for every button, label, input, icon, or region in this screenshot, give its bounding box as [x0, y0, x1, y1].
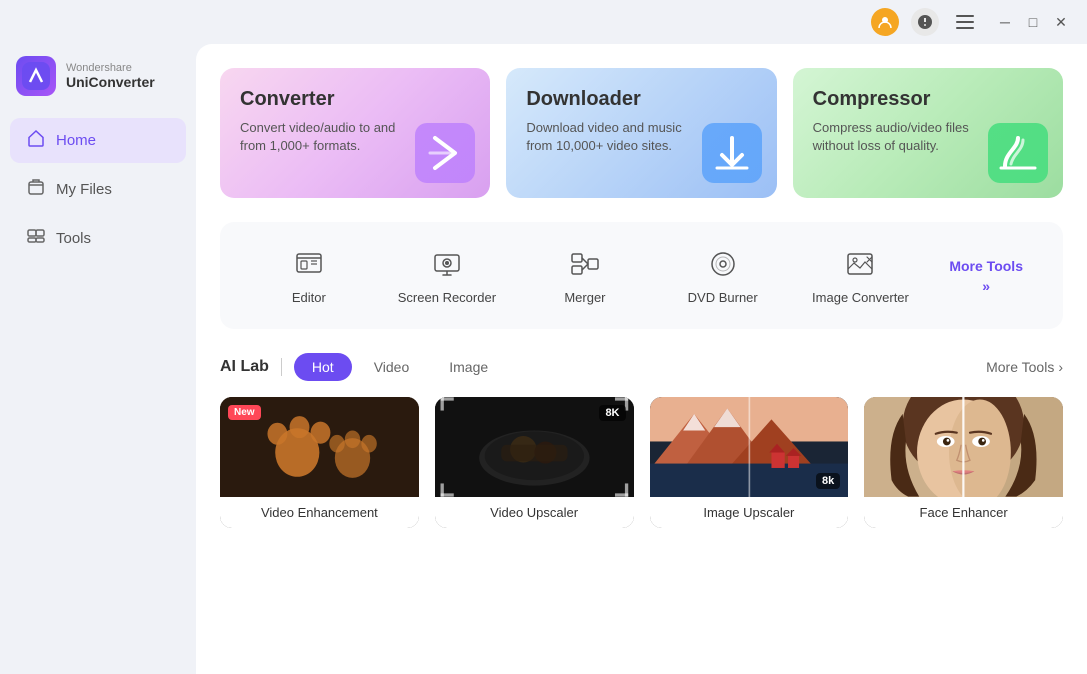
face-enhancer-label: Face Enhancer: [864, 497, 1063, 528]
editor-icon: [291, 246, 327, 282]
dvd-burner-label: DVD Burner: [688, 290, 758, 305]
ai-more-tools-label: More Tools: [986, 359, 1054, 375]
compressor-title: Compressor: [813, 88, 1043, 111]
ai-card-face-enhancer[interactable]: Face Enhancer: [864, 397, 1063, 528]
downloader-icon: [697, 118, 767, 188]
ai-card-video-enhancement[interactable]: New Video Enhancem: [220, 397, 419, 528]
badge-new: New: [228, 405, 261, 420]
more-tools-label: More Tools: [949, 258, 1023, 274]
compressor-desc: Compress audio/video files without loss …: [813, 119, 973, 155]
tool-merger[interactable]: Merger: [516, 238, 654, 313]
ai-more-tools-chevron: ›: [1058, 359, 1063, 375]
ai-lab-title: AI Lab: [220, 358, 282, 376]
dvd-burner-icon: [705, 246, 741, 282]
maximize-button[interactable]: □: [1023, 12, 1043, 32]
title-bar: ─ □ ✕: [0, 0, 1087, 44]
ai-lab-more-tools[interactable]: More Tools ›: [986, 359, 1063, 375]
image-upscaler-image: 8k: [650, 397, 849, 497]
tools-icon: [26, 226, 46, 251]
tool-screen-recorder[interactable]: Screen Recorder: [378, 238, 516, 313]
tools-label: Tools: [56, 230, 91, 247]
ai-card-video-upscaler[interactable]: 8K: [435, 397, 634, 528]
close-button[interactable]: ✕: [1051, 12, 1071, 32]
logo-text: Wondershare UniConverter: [66, 62, 155, 90]
merger-icon: [567, 246, 603, 282]
tab-image[interactable]: Image: [431, 353, 506, 381]
downloader-desc: Download video and music from 10,000+ vi…: [526, 119, 686, 155]
my-files-label: My Files: [56, 181, 112, 198]
app-layout: Wondershare UniConverter Home My Files: [0, 44, 1087, 674]
files-icon: [26, 177, 46, 202]
more-tools-button[interactable]: More Tools »: [929, 250, 1043, 302]
minimize-button[interactable]: ─: [995, 12, 1015, 32]
tool-editor[interactable]: Editor: [240, 238, 378, 313]
face-enhancer-image: [864, 397, 1063, 497]
ai-card-image-upscaler[interactable]: 8k: [650, 397, 849, 528]
downloader-card[interactable]: Downloader Download video and music from…: [506, 68, 776, 198]
image-upscaler-label: Image Upscaler: [650, 497, 849, 528]
screen-recorder-icon: [429, 246, 465, 282]
logo-icon: [16, 56, 56, 96]
tools-row: Editor Screen Recorder: [220, 222, 1063, 329]
main-content: Converter Convert video/audio to and fro…: [196, 44, 1087, 674]
compressor-icon: [983, 118, 1053, 188]
video-upscaler-label: Video Upscaler: [435, 497, 634, 528]
support-icon[interactable]: [911, 8, 939, 36]
video-upscaler-image: 8K: [435, 397, 634, 497]
more-tools-chevron: »: [982, 278, 990, 294]
video-enhancement-image: New: [220, 397, 419, 497]
video-enhancement-label: Video Enhancement: [220, 497, 419, 528]
image-converter-icon: [842, 246, 878, 282]
converter-desc: Convert video/audio to and from 1,000+ f…: [240, 119, 400, 155]
editor-label: Editor: [292, 290, 326, 305]
brand-name: Wondershare: [66, 62, 155, 74]
image-converter-label: Image Converter: [812, 290, 909, 305]
ai-cards: New Video Enhancem: [220, 397, 1063, 528]
sidebar-item-home[interactable]: Home: [10, 118, 186, 163]
downloader-title: Downloader: [526, 88, 756, 111]
user-icon[interactable]: [871, 8, 899, 36]
feature-cards: Converter Convert video/audio to and fro…: [220, 68, 1063, 198]
logo-area: Wondershare UniConverter: [0, 56, 196, 116]
screen-recorder-label: Screen Recorder: [398, 290, 496, 305]
converter-title: Converter: [240, 88, 470, 111]
ai-tabs: Hot Video Image: [294, 353, 506, 381]
home-icon: [26, 128, 46, 153]
tab-video[interactable]: Video: [356, 353, 428, 381]
window-controls: ─ □ ✕: [995, 12, 1071, 32]
sidebar-item-tools[interactable]: Tools: [10, 216, 186, 261]
sidebar: Wondershare UniConverter Home My Files: [0, 44, 196, 674]
converter-card[interactable]: Converter Convert video/audio to and fro…: [220, 68, 490, 198]
home-label: Home: [56, 132, 96, 149]
menu-icon[interactable]: [951, 8, 979, 36]
ai-lab-header: AI Lab Hot Video Image More Tools ›: [220, 353, 1063, 381]
product-name: UniConverter: [66, 74, 155, 90]
merger-label: Merger: [564, 290, 605, 305]
converter-icon: [410, 118, 480, 188]
tool-image-converter[interactable]: Image Converter: [792, 238, 930, 313]
compressor-card[interactable]: Compressor Compress audio/video files wi…: [793, 68, 1063, 198]
sidebar-item-my-files[interactable]: My Files: [10, 167, 186, 212]
tab-hot[interactable]: Hot: [294, 353, 352, 381]
tool-dvd-burner[interactable]: DVD Burner: [654, 238, 792, 313]
badge-8k-video: 8K: [599, 405, 625, 421]
badge-8k-img: 8k: [816, 473, 840, 489]
